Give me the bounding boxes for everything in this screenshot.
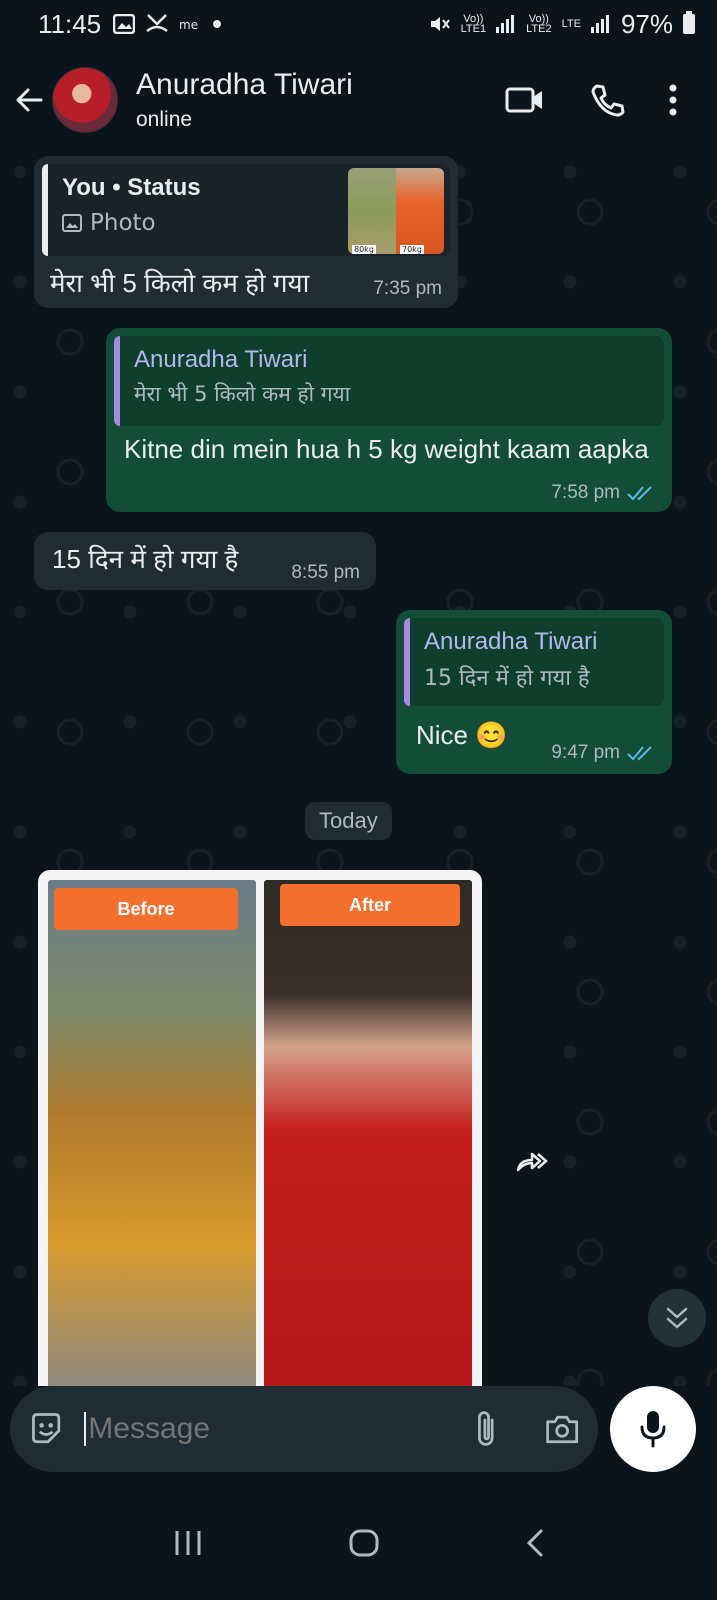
message-incoming[interactable]: You • Status Photo 80kg 70kg मेरा भी 5 क… (34, 156, 458, 308)
lte2-label: LTE2 (526, 23, 552, 35)
scroll-to-bottom-button[interactable] (648, 1289, 706, 1347)
message-text: Kitne din mein hua h 5 kg weight kaam aa… (124, 434, 649, 464)
back-arrow-icon[interactable] (14, 85, 44, 115)
contact-info[interactable]: Anuradha Tiwari online (136, 68, 353, 132)
video-call-icon[interactable] (505, 85, 545, 115)
status-quote[interactable]: You • Status Photo 80kg 70kg (42, 164, 450, 256)
message-time: 7:35 pm (373, 278, 442, 299)
lte1-label: LTE1 (460, 23, 487, 35)
read-receipt-icon (627, 486, 652, 501)
svg-text:me: me (179, 18, 198, 31)
forward-icon (516, 1152, 548, 1172)
quote-text: 15 दिन में हो गया है (424, 666, 590, 691)
quote-type: Photo (90, 210, 156, 236)
message-time: 7:58 pm (551, 482, 620, 503)
reply-quote[interactable]: Anuradha Tiwari मेरा भी 5 किलो कम हो गया (114, 336, 664, 426)
after-photo: After (264, 880, 472, 1392)
status-bar: 11:45 me Vo)) LTE1 Vo)) LTE2 LTE 97% (0, 0, 717, 48)
quote-author: Anuradha Tiwari (424, 628, 598, 655)
battery-icon (683, 11, 695, 34)
more-options-icon[interactable] (669, 84, 677, 116)
message-composer (10, 1386, 598, 1472)
status-thumbnail: 80kg 70kg (348, 168, 444, 254)
mute-icon (430, 17, 450, 31)
before-photo: Before (48, 880, 256, 1392)
clock: 11:45 (38, 8, 102, 39)
reply-quote[interactable]: Anuradha Tiwari 15 दिन में हो गया है (404, 618, 664, 706)
chat-area[interactable]: You • Status Photo 80kg 70kg मेरा भी 5 क… (0, 152, 717, 1392)
contact-name: Anuradha Tiwari (136, 68, 353, 101)
avatar[interactable] (52, 67, 118, 133)
thumb-label-after: 70kg (400, 245, 424, 254)
photo-icon (62, 214, 82, 232)
signal-icon (496, 15, 515, 33)
message-outgoing[interactable]: Anuradha Tiwari मेरा भी 5 किलो कम हो गया… (106, 328, 672, 512)
read-receipt-icon (627, 746, 652, 761)
nav-back-icon[interactable] (525, 1528, 545, 1558)
double-chevron-down-icon (666, 1307, 688, 1329)
battery-percent: 97% (620, 8, 673, 39)
chat-header: Anuradha Tiwari online (0, 48, 717, 152)
composer-bar (0, 1386, 717, 1486)
presence-status: online (136, 108, 193, 131)
message-time: 9:47 pm (551, 742, 620, 763)
after-tag: After (280, 884, 460, 926)
signal-icon (590, 15, 609, 33)
before-tag: Before (54, 888, 238, 930)
image-message[interactable]: Before After (38, 870, 482, 1392)
date-divider: Today (305, 802, 392, 840)
thumb-label-before: 80kg (352, 245, 376, 254)
quote-text: मेरा भी 5 किलो कम हो गया (134, 382, 351, 406)
attach-icon[interactable] (474, 1407, 499, 1451)
message-text: 15 दिन में हो गया है (52, 544, 239, 574)
recent-apps-icon[interactable] (173, 1529, 203, 1557)
message-time: 8:55 pm (291, 562, 360, 583)
missed-call-icon (146, 14, 168, 33)
microphone-icon (640, 1411, 666, 1448)
system-nav-bar (0, 1486, 717, 1600)
message-input[interactable] (84, 1412, 475, 1446)
voice-call-icon[interactable] (589, 82, 625, 118)
home-icon[interactable] (348, 1528, 380, 1558)
sticker-icon[interactable] (28, 1409, 64, 1449)
dot-icon (213, 20, 222, 28)
message-incoming[interactable]: 15 दिन में हो गया है 8:55 pm (34, 532, 376, 590)
voice-record-button[interactable] (610, 1386, 696, 1472)
camera-icon[interactable] (544, 1412, 580, 1446)
message-text: मेरा भी 5 किलो कम हो गया (50, 268, 310, 298)
message-outgoing[interactable]: Anuradha Tiwari 15 दिन में हो गया है Nic… (396, 610, 672, 774)
gallery-icon (113, 14, 136, 34)
quote-author: You • Status (62, 174, 201, 201)
forward-button[interactable] (503, 1132, 561, 1190)
carrier-icon: me (179, 18, 198, 31)
lte-label: LTE (561, 18, 581, 30)
quote-author: Anuradha Tiwari (134, 346, 308, 373)
